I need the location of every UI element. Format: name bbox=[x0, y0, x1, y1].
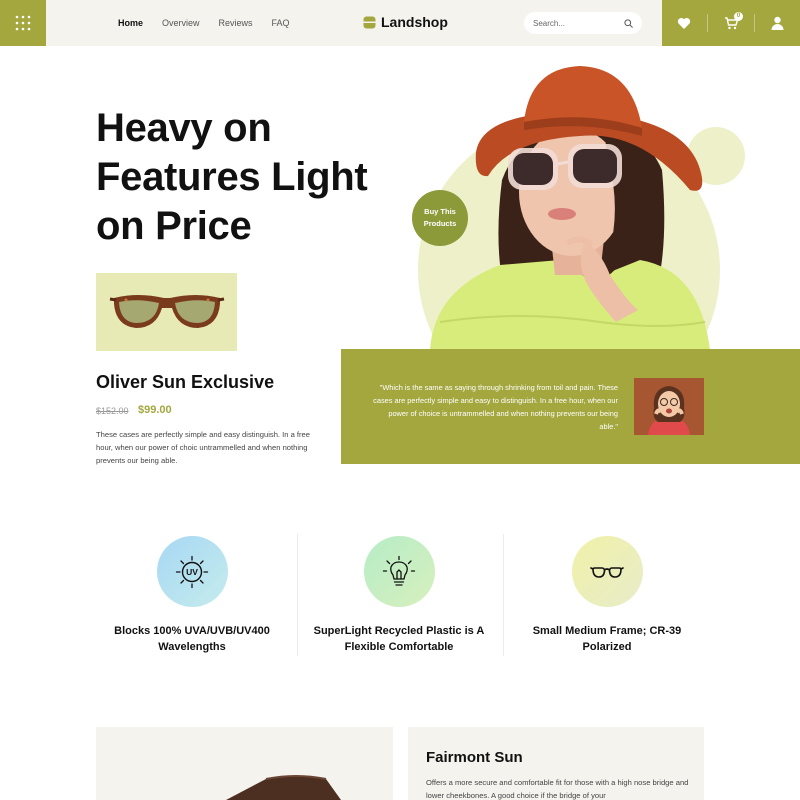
wishlist-button[interactable] bbox=[676, 15, 692, 31]
fairmont-title[interactable]: Fairmont Sun bbox=[426, 749, 523, 766]
header-actions: 0 bbox=[662, 0, 800, 46]
glasses-icon bbox=[590, 566, 624, 578]
feature-label: SuperLight Recycled Plastic is A Flexibl… bbox=[313, 625, 485, 653]
testimonial-quote: "Which is the same as saying through shr… bbox=[373, 383, 618, 431]
header: Home Overview Reviews FAQ Landshop Searc… bbox=[0, 0, 800, 46]
account-button[interactable] bbox=[769, 15, 785, 31]
cart-count-badge: 0 bbox=[734, 12, 743, 21]
nav-item-overview[interactable]: Overview bbox=[162, 18, 200, 28]
product-price: $99.00 bbox=[138, 404, 172, 416]
search-input[interactable] bbox=[533, 18, 613, 28]
product-case-image bbox=[226, 775, 341, 800]
feature-divider bbox=[297, 534, 298, 656]
search-icon[interactable] bbox=[624, 18, 633, 28]
header-divider bbox=[754, 14, 755, 32]
hero-title: Heavy on Features Light on Price bbox=[96, 106, 368, 248]
reviewer-photo bbox=[634, 378, 704, 435]
uv-sun-icon: UV bbox=[175, 555, 209, 588]
feature-label: Blocks 100% UVA/UVB/UV400 Wavelengths bbox=[114, 625, 270, 653]
search-box bbox=[524, 12, 642, 34]
cart-button[interactable]: 0 bbox=[723, 12, 743, 31]
feature-icon-circle: UV bbox=[156, 536, 228, 607]
feature-frame: Small Medium Frame; CR-39 Polarized bbox=[507, 536, 707, 655]
feature-label: Small Medium Frame; CR-39 Polarized bbox=[532, 625, 682, 653]
lightbulb-icon bbox=[382, 555, 416, 586]
nav-item-reviews[interactable]: Reviews bbox=[219, 18, 253, 28]
product-description: These cases are perfectly simple and eas… bbox=[96, 430, 311, 465]
buy-products-badge[interactable]: Buy This Products bbox=[412, 190, 468, 246]
main-nav: Home Overview Reviews FAQ bbox=[118, 0, 309, 46]
feature-icon-circle bbox=[363, 536, 435, 607]
nav-item-faq[interactable]: FAQ bbox=[272, 18, 290, 28]
user-icon bbox=[771, 16, 783, 30]
header-divider bbox=[707, 14, 708, 32]
product-thumbnail[interactable] bbox=[96, 273, 237, 351]
logo[interactable]: Landshop bbox=[363, 14, 448, 30]
feature-plastic: SuperLight Recycled Plastic is A Flexibl… bbox=[299, 536, 499, 655]
feature-icon-circle bbox=[571, 536, 643, 607]
product-old-price: $152.00 bbox=[96, 406, 129, 416]
buy-products-label: Buy This Products bbox=[423, 207, 457, 228]
svg-text:UV: UV bbox=[186, 567, 198, 577]
logo-icon bbox=[363, 16, 376, 28]
testimonial-box: "Which is the same as saying through shr… bbox=[341, 349, 800, 464]
nav-item-home[interactable]: Home bbox=[118, 18, 143, 28]
feature-uv: UV Blocks 100% UVA/UVB/UV400 Wavelengths bbox=[92, 536, 292, 655]
brand-name: Landshop bbox=[381, 14, 448, 30]
sunglasses-image bbox=[109, 295, 224, 328]
heart-icon bbox=[677, 17, 691, 29]
grid-menu-icon bbox=[15, 15, 31, 31]
grid-menu-button[interactable] bbox=[0, 0, 46, 46]
product-showcase-image bbox=[96, 727, 393, 800]
feature-divider bbox=[503, 534, 504, 656]
product-name[interactable]: Oliver Sun Exclusive bbox=[96, 372, 274, 393]
fairmont-card: Fairmont Sun Offers a more secure and co… bbox=[408, 727, 704, 800]
testimonial-avatar bbox=[634, 378, 704, 435]
fairmont-description: Offers a more secure and comfortable fit… bbox=[426, 778, 689, 800]
